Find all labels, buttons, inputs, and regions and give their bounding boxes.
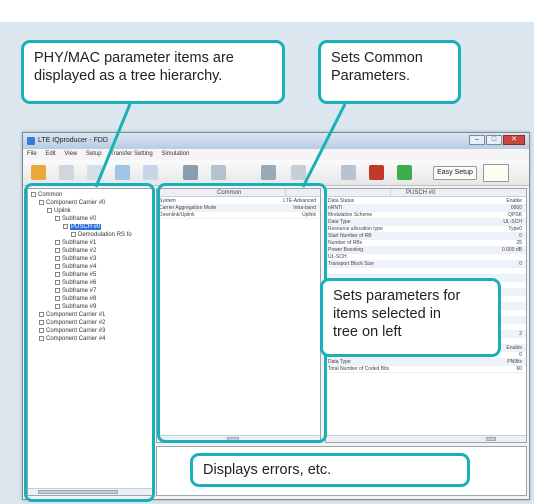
params-callout: Sets parameters for items selected in tr… bbox=[320, 278, 501, 357]
common-callout-line-2: Parameters. bbox=[331, 68, 410, 84]
tree-pane-highlight bbox=[24, 183, 155, 502]
tree-callout-line-2: displayed as a tree hierarchy. bbox=[34, 68, 223, 84]
common-callout-line-1: Sets Common bbox=[331, 50, 423, 66]
common-pane-highlight bbox=[157, 183, 327, 443]
common-callout: Sets Common Parameters. bbox=[318, 40, 461, 104]
params-callout-line-1: Sets parameters for bbox=[333, 288, 461, 304]
params-callout-line-3: tree on left bbox=[333, 324, 402, 340]
common-callout-pointer bbox=[301, 103, 347, 188]
params-callout-line-2: items selected in bbox=[333, 306, 441, 322]
tree-callout: PHY/MAC parameter items are displayed as… bbox=[21, 40, 285, 104]
errors-callout: Displays errors, etc. bbox=[190, 453, 470, 487]
tree-callout-line-1: PHY/MAC parameter items are bbox=[34, 50, 234, 66]
tree-callout-pointer bbox=[94, 103, 132, 188]
